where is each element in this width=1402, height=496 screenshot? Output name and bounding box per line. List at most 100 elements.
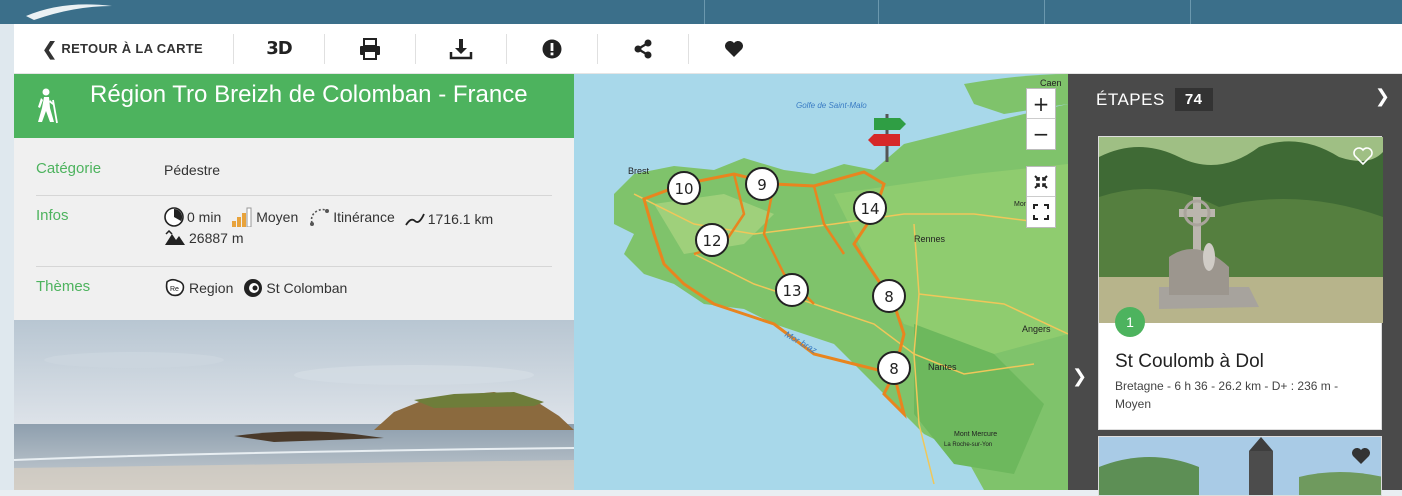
chevron-left-icon: ❮ bbox=[42, 38, 58, 59]
route-title: Région Tro Breizh de Colomban - France bbox=[90, 81, 528, 108]
map-label-nantes: Nantes bbox=[928, 362, 957, 372]
cluster-marker[interactable]: 8 bbox=[872, 279, 906, 313]
download-icon bbox=[449, 38, 473, 59]
etape-photo bbox=[1099, 437, 1381, 495]
theme-st-colomban[interactable]: St Colomban bbox=[243, 278, 347, 298]
favorite-button[interactable] bbox=[689, 24, 779, 74]
heart-icon[interactable] bbox=[1351, 447, 1371, 465]
heart-outline-icon[interactable] bbox=[1353, 147, 1373, 165]
fullscreen-button[interactable] bbox=[1027, 197, 1055, 227]
etape-card[interactable] bbox=[1098, 436, 1382, 496]
etape-number: 1 bbox=[1115, 307, 1145, 337]
hiker-icon bbox=[14, 74, 78, 138]
categorie-row: Catégorie Pédestre bbox=[36, 160, 552, 196]
categorie-value: Pédestre bbox=[164, 162, 221, 178]
map-label-brest: Brest bbox=[628, 166, 650, 176]
svg-text:13: 13 bbox=[782, 282, 801, 300]
duration-value: 0 min bbox=[187, 209, 222, 225]
chevron-right-icon[interactable]: ❯ bbox=[1072, 366, 1087, 387]
map-label-caen: Caen bbox=[1040, 78, 1062, 88]
route-toolbar: ❮ RETOUR À LA CARTE 3D bbox=[14, 24, 1402, 74]
etape-card[interactable]: 1 St Coulomb à Dol Bretagne - 6 h 36 - 2… bbox=[1098, 136, 1383, 430]
itinerary-icon bbox=[310, 208, 330, 226]
download-button[interactable] bbox=[416, 24, 506, 74]
3d-icon: 3D bbox=[266, 38, 292, 59]
elevation-item: 26887 m bbox=[164, 230, 243, 246]
cluster-marker[interactable]: 9 bbox=[745, 167, 779, 201]
zoom-out-button[interactable]: − bbox=[1027, 119, 1055, 149]
type-value: Itinérance bbox=[333, 209, 395, 225]
print-icon bbox=[360, 37, 380, 60]
report-button[interactable] bbox=[507, 24, 597, 74]
heart-icon bbox=[725, 40, 743, 57]
cluster-marker[interactable]: 10 bbox=[667, 171, 701, 205]
route-title-bar: Région Tro Breizh de Colomban - France bbox=[14, 74, 574, 138]
etape-photo bbox=[1099, 137, 1383, 323]
svg-text:8: 8 bbox=[884, 288, 894, 306]
region-icon: Re bbox=[165, 278, 185, 297]
reset-view-button[interactable] bbox=[1027, 167, 1055, 197]
etapes-count: 74 bbox=[1174, 88, 1213, 111]
colomban-icon bbox=[244, 279, 263, 297]
difficulty-value: Moyen bbox=[256, 209, 299, 225]
difficulty-item: Moyen bbox=[231, 207, 298, 227]
etapes-title: ÉTAPES bbox=[1096, 89, 1165, 109]
nav-divider bbox=[1044, 0, 1045, 24]
nav-divider bbox=[704, 0, 705, 24]
route-details-panel: Région Tro Breizh de Colomban - France C… bbox=[14, 74, 574, 490]
infos-values: 0 min Moyen Itinérance 1716.1 km 26887 m bbox=[164, 207, 544, 246]
cluster-marker[interactable]: 8 bbox=[877, 351, 911, 385]
svg-text:14: 14 bbox=[860, 200, 879, 218]
zoom-control: + − bbox=[1026, 88, 1056, 150]
logo-icon[interactable] bbox=[24, 2, 114, 20]
svg-text:10: 10 bbox=[674, 180, 693, 198]
collapse-arrows-icon bbox=[1034, 174, 1048, 189]
cluster-marker[interactable]: 12 bbox=[695, 223, 729, 257]
top-navigation-bar bbox=[0, 0, 1402, 24]
infos-row: Infos 0 min Moyen Itinérance 1716.1 km 2… bbox=[36, 207, 552, 267]
nav-divider bbox=[1190, 0, 1191, 24]
etape-title: St Coulomb à Dol bbox=[1115, 351, 1264, 372]
theme-colomban-label: St Colomban bbox=[266, 280, 348, 296]
back-to-map-button[interactable]: ❮ RETOUR À LA CARTE bbox=[14, 24, 233, 74]
themes-label: Thèmes bbox=[36, 278, 91, 295]
categorie-label: Catégorie bbox=[36, 160, 102, 177]
app-frame: ❮ RETOUR À LA CARTE 3D Région Tro Breizh… bbox=[0, 0, 1402, 496]
print-button[interactable] bbox=[325, 24, 415, 74]
route-map[interactable]: Golfe de Saint-Malo Rennes Angers Nantes… bbox=[574, 74, 1068, 490]
type-item: Itinérance bbox=[308, 207, 395, 227]
3d-view-button[interactable]: 3D bbox=[234, 24, 324, 74]
distance-value: 1716.1 km bbox=[427, 210, 494, 227]
theme-region[interactable]: Re Region bbox=[164, 278, 233, 298]
elevation-value: 26887 m bbox=[189, 230, 244, 246]
share-button[interactable] bbox=[598, 24, 688, 74]
route-photo bbox=[14, 320, 574, 490]
svg-text:12: 12 bbox=[702, 232, 721, 250]
back-to-map-label: RETOUR À LA CARTE bbox=[61, 41, 203, 56]
map-label-rennes: Rennes bbox=[914, 234, 946, 244]
svg-text:9: 9 bbox=[757, 176, 767, 194]
infos-label: Infos bbox=[36, 207, 69, 224]
etape-details: Bretagne - 6 h 36 - 26.2 km - D+ : 236 m… bbox=[1115, 379, 1339, 411]
map-label-angers: Angers bbox=[1022, 324, 1051, 334]
svg-text:Re: Re bbox=[170, 286, 179, 293]
share-icon bbox=[634, 39, 652, 58]
map-label-golfe: Golfe de Saint-Malo bbox=[796, 101, 867, 110]
cluster-marker[interactable]: 13 bbox=[775, 273, 809, 307]
theme-region-label: Region bbox=[189, 280, 234, 296]
difficulty-bars-icon bbox=[232, 207, 252, 227]
zoom-in-button[interactable]: + bbox=[1027, 89, 1055, 119]
map-label-roche: La Roche-sur-Yon bbox=[944, 442, 992, 448]
themes-values: Re Region St Colomban bbox=[164, 278, 357, 298]
clock-icon bbox=[164, 207, 184, 227]
chevron-down-icon[interactable]: ❯ bbox=[1375, 86, 1390, 107]
cluster-marker[interactable]: 14 bbox=[853, 191, 887, 225]
etapes-panel: ÉTAPES 74 ❯ ❯ 1 St Coulomb à Dol Bretagn… bbox=[1068, 74, 1402, 496]
report-icon bbox=[542, 39, 562, 58]
etapes-header: ÉTAPES 74 bbox=[1096, 88, 1213, 111]
distance-item: 1716.1 km bbox=[404, 210, 494, 227]
route-info: Catégorie Pédestre Infos 0 min Moyen Iti… bbox=[14, 138, 574, 320]
svg-text:8: 8 bbox=[889, 360, 899, 378]
mountain-icon bbox=[165, 230, 185, 245]
fullscreen-icon bbox=[1033, 204, 1049, 220]
